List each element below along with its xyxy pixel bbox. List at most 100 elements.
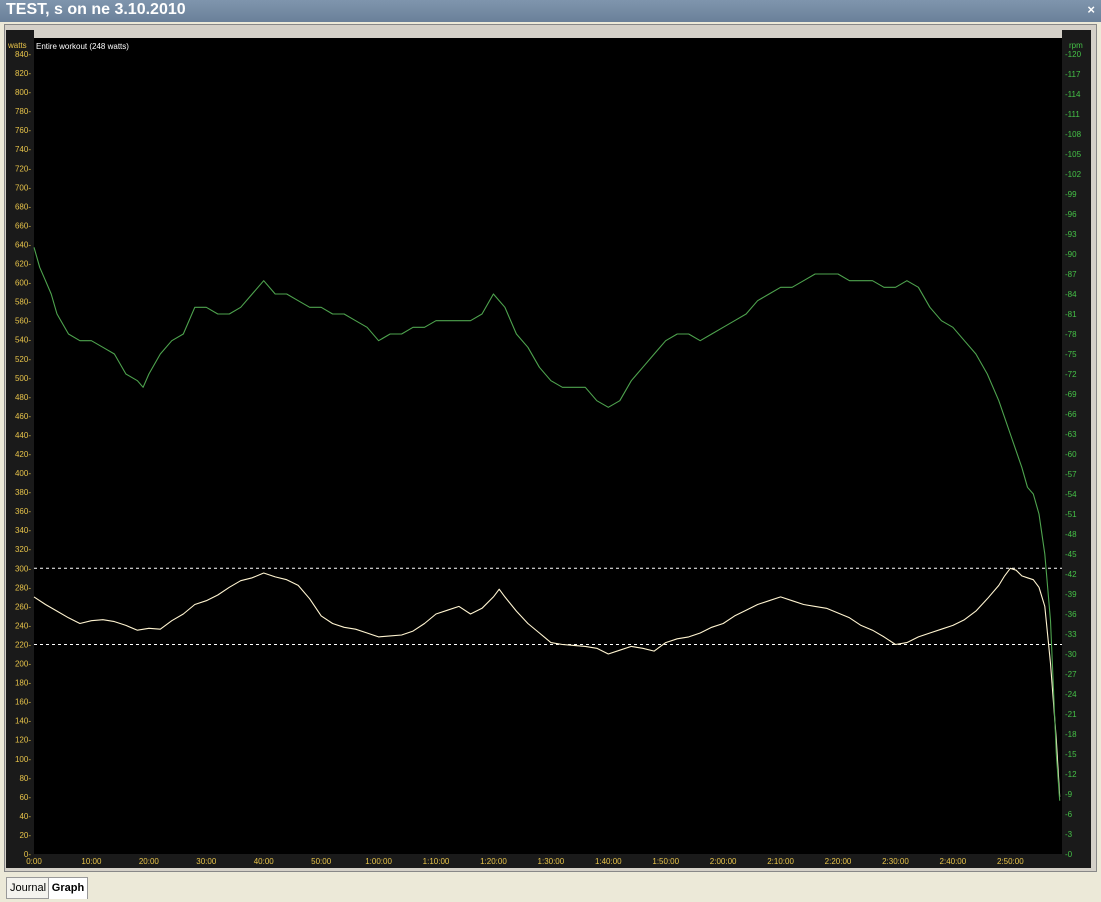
right-axis-label: rpm	[1069, 41, 1083, 50]
left-tick-label: 680-	[15, 202, 31, 211]
chart-subtitle: Entire workout (248 watts)	[36, 42, 129, 51]
right-tick-label: -18	[1065, 730, 1077, 739]
x-tick-label: 2:50:00	[997, 857, 1024, 866]
left-tick-label: 840-	[15, 50, 31, 59]
left-tick-label: 580-	[15, 298, 31, 307]
left-tick-label: 500-	[15, 374, 31, 383]
left-tick-label: 720-	[15, 164, 31, 173]
right-tick-label: -111	[1065, 110, 1080, 119]
x-tick-label: 1:30:00	[538, 857, 565, 866]
x-tick-label: 0:00	[26, 857, 42, 866]
right-tick-label: -42	[1065, 570, 1077, 579]
left-tick-label: 760-	[15, 126, 31, 135]
left-tick-label: 540-	[15, 336, 31, 345]
right-tick-label: -27	[1065, 670, 1077, 679]
tab-graph-label: Graph	[51, 882, 85, 894]
left-tick-label: 780-	[15, 107, 31, 116]
left-tick-label: 100-	[15, 755, 31, 764]
left-tick-label: 740-	[15, 145, 31, 154]
left-tick-label: 180-	[15, 679, 31, 688]
left-tick-label: 640-	[15, 240, 31, 249]
right-tick-label: -75	[1065, 350, 1077, 359]
x-tick-label: 1:40:00	[595, 857, 622, 866]
right-tick-label: -78	[1065, 330, 1077, 339]
x-tick-label: 1:20:00	[480, 857, 507, 866]
left-tick-label: 160-	[15, 698, 31, 707]
right-tick-label: -39	[1065, 590, 1077, 599]
left-tick-label: 380-	[15, 488, 31, 497]
right-tick-label: -114	[1065, 90, 1081, 99]
x-tick-label: 10:00	[81, 857, 102, 866]
right-tick-label: -36	[1065, 610, 1077, 619]
x-tick-label: 50:00	[311, 857, 332, 866]
left-tick-label: 420-	[15, 450, 31, 459]
x-tick-label: 30:00	[196, 857, 217, 866]
right-tick-label: -87	[1065, 270, 1077, 279]
right-tick-label: -105	[1065, 150, 1082, 159]
right-tick-label: -3	[1065, 830, 1073, 839]
left-tick-label: 600-	[15, 279, 31, 288]
right-tick-label: -0	[1065, 850, 1073, 859]
left-tick-label: 200-	[15, 660, 31, 669]
left-tick-label: 700-	[15, 183, 31, 192]
left-tick-label: 360-	[15, 507, 31, 516]
tab-journal[interactable]: Journal	[6, 877, 50, 899]
left-tick-label: 340-	[15, 526, 31, 535]
right-tick-label: -72	[1065, 370, 1077, 379]
window-title: TEST, s on ne 3.10.2010	[6, 1, 186, 18]
left-tick-label: 60-	[19, 793, 31, 802]
plot-background	[34, 38, 1062, 856]
x-tick-label: 40:00	[254, 857, 275, 866]
right-tick-label: -66	[1065, 410, 1077, 419]
left-tick-label: 460-	[15, 412, 31, 421]
left-tick-label: 120-	[15, 736, 31, 745]
window-titlebar: TEST, s on ne 3.10.2010 ×	[0, 0, 1101, 22]
close-icon[interactable]: ×	[1087, 2, 1095, 17]
x-tick-label: 20:00	[139, 857, 160, 866]
left-tick-label: 400-	[15, 469, 31, 478]
right-tick-label: -51	[1065, 510, 1077, 519]
x-tick-label: 2:40:00	[940, 857, 967, 866]
right-tick-label: -21	[1065, 710, 1077, 719]
left-tick-label: 280-	[15, 583, 31, 592]
x-tick-label: 1:50:00	[652, 857, 679, 866]
right-tick-label: -24	[1065, 690, 1077, 699]
right-tick-label: -84	[1065, 290, 1077, 299]
left-tick-label: 20-	[19, 831, 31, 840]
tab-graph[interactable]: Graph	[48, 877, 88, 899]
right-tick-label: -6	[1065, 810, 1073, 819]
left-tick-label: 480-	[15, 393, 31, 402]
x-tick-label: 2:00:00	[710, 857, 737, 866]
x-tick-label: 1:10:00	[423, 857, 450, 866]
right-tick-label: -30	[1065, 650, 1077, 659]
x-tick-label: 2:20:00	[825, 857, 852, 866]
right-tick-label: -45	[1065, 550, 1077, 559]
left-axis-label: watts	[7, 41, 27, 50]
right-tick-label: -48	[1065, 530, 1077, 539]
right-tick-label: -93	[1065, 230, 1077, 239]
right-tick-label: -96	[1065, 210, 1077, 219]
left-tick-label: 140-	[15, 717, 31, 726]
right-tick-label: -54	[1065, 490, 1077, 499]
right-tick-label: -120	[1065, 50, 1082, 59]
right-tick-label: -63	[1065, 430, 1077, 439]
left-tick-label: 220-	[15, 640, 31, 649]
left-tick-label: 80-	[19, 774, 31, 783]
left-tick-label: 300-	[15, 564, 31, 573]
right-tick-label: -117	[1065, 70, 1081, 79]
right-tick-label: -15	[1065, 750, 1077, 759]
x-tick-label: 2:10:00	[767, 857, 794, 866]
left-tick-label: 320-	[15, 545, 31, 554]
left-tick-label: 560-	[15, 317, 31, 326]
right-tick-label: -99	[1065, 190, 1077, 199]
right-tick-label: -90	[1065, 250, 1077, 259]
right-tick-label: -108	[1065, 130, 1082, 139]
right-tick-label: -81	[1065, 310, 1077, 319]
x-tick-label: 1:00:00	[365, 857, 392, 866]
right-tick-label: -9	[1065, 790, 1073, 799]
right-tick-label: -60	[1065, 450, 1077, 459]
left-tick-label: 620-	[15, 260, 31, 269]
left-tick-label: 660-	[15, 221, 31, 230]
left-tick-label: 40-	[19, 812, 31, 821]
left-tick-label: 440-	[15, 431, 31, 440]
